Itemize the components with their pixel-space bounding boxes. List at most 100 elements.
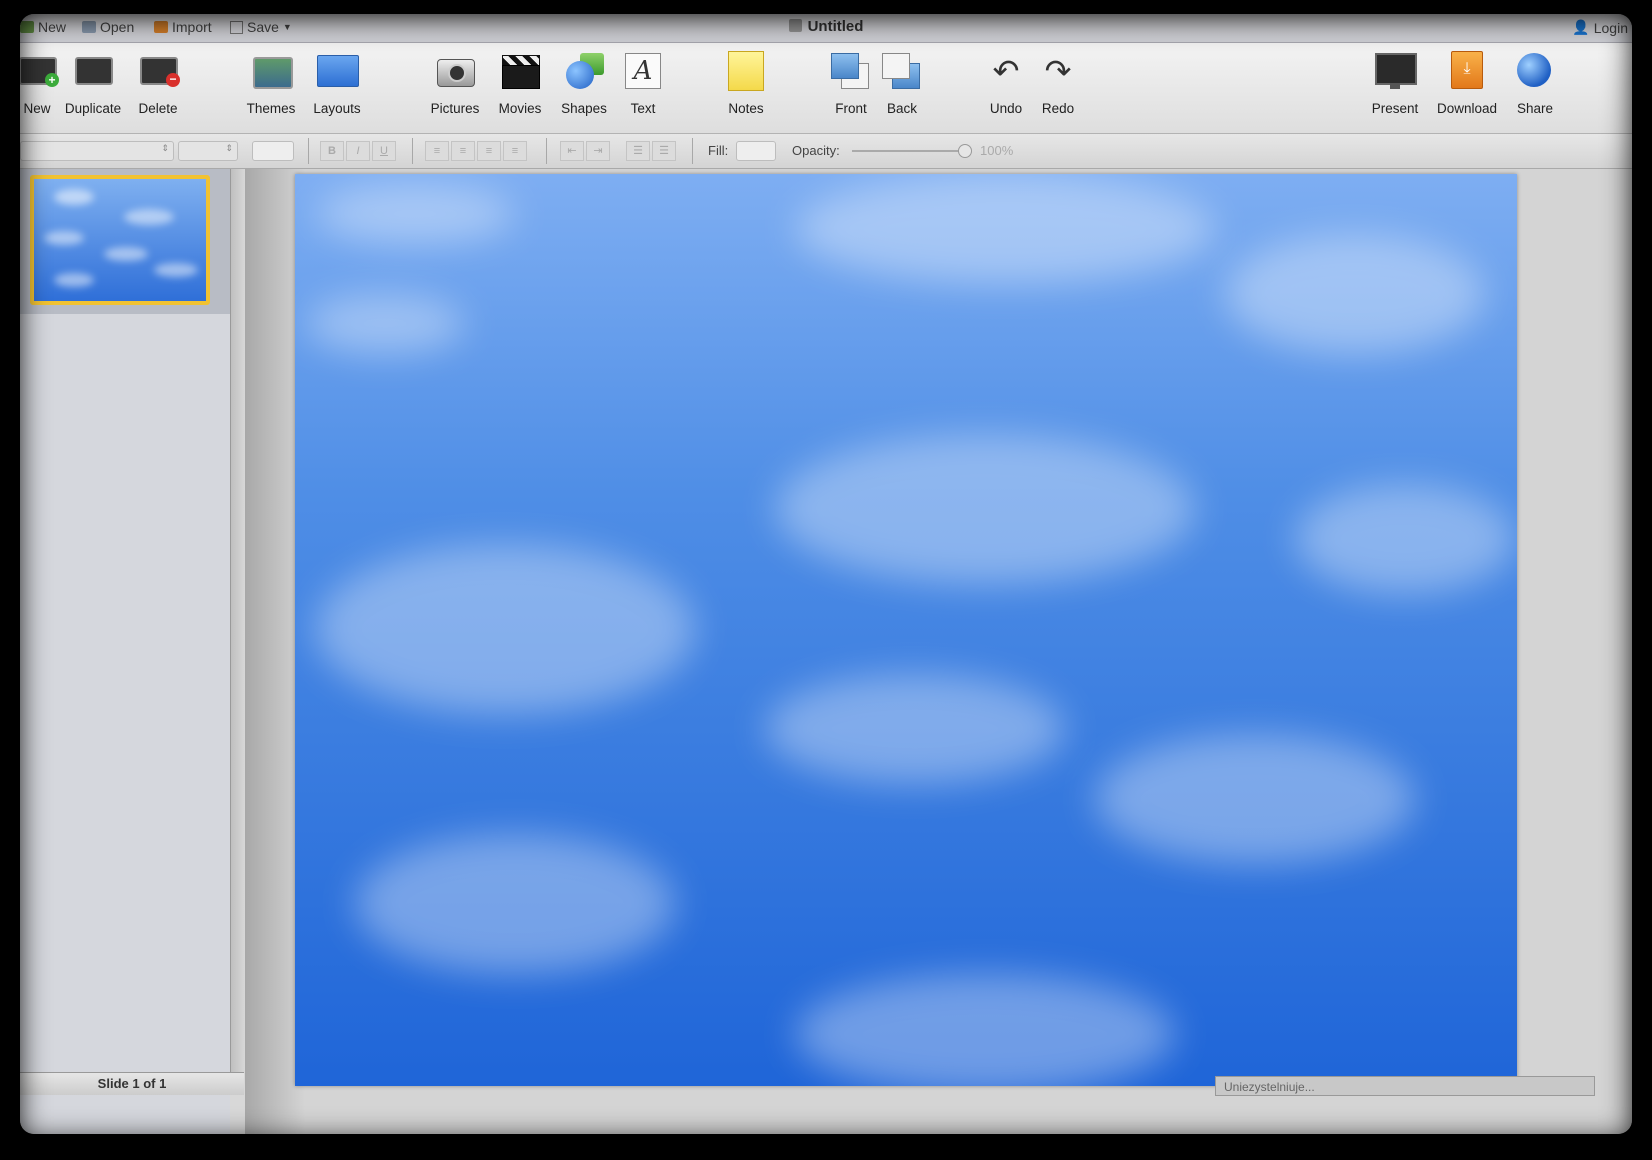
login-button[interactable]: 👤 Login <box>1572 19 1628 36</box>
numbered-list-button[interactable]: ☰ <box>652 141 676 161</box>
present-button[interactable]: Present <box>1358 49 1432 116</box>
movies-button[interactable]: Movies <box>483 49 557 116</box>
themes-button[interactable]: Themes <box>234 49 308 116</box>
italic-button[interactable]: I <box>346 141 370 161</box>
delete-button[interactable]: − Delete <box>121 49 195 116</box>
cloud-shape <box>355 834 675 974</box>
slide-thumbnail-row <box>20 169 230 314</box>
slide-list-panel <box>20 169 230 1134</box>
send-to-back-button[interactable]: Back <box>865 49 939 116</box>
themes-icon <box>249 49 293 93</box>
text-label: Text <box>630 101 656 116</box>
cloud-shape <box>1295 484 1515 594</box>
duplicate-icon <box>71 49 115 93</box>
cloud-shape <box>44 231 84 245</box>
italic-icon: I <box>356 145 360 157</box>
updown-icon: ⇕ <box>225 143 233 153</box>
opacity-slider-track[interactable] <box>852 150 970 152</box>
indent-increase-button[interactable]: ⇥ <box>586 141 610 161</box>
download-label: Download <box>1436 101 1498 116</box>
send-back-icon <box>880 49 924 93</box>
underline-button[interactable]: U <box>372 141 396 161</box>
status-tooltip: Uniezystelniuje... <box>1215 1076 1595 1096</box>
redo-icon: ↷ <box>1044 53 1072 89</box>
opacity-value: 100% <box>980 143 1014 158</box>
document-icon <box>788 19 802 32</box>
undo-label: Undo <box>989 101 1023 116</box>
slide-counter: Slide 1 of 1 <box>20 1072 244 1095</box>
pictures-button[interactable]: Pictures <box>418 49 492 116</box>
indent-icon: ⇥ <box>593 145 603 157</box>
updown-icon: ⇕ <box>161 143 169 153</box>
cloud-shape <box>154 263 198 277</box>
user-icon: 👤 <box>1572 19 1590 35</box>
back-label: Back <box>886 101 917 116</box>
front-label: Front <box>835 101 867 116</box>
bullet-list-button[interactable]: ☰ <box>626 141 650 161</box>
camera-icon <box>433 49 477 93</box>
align-left-button[interactable]: ≡ <box>425 141 449 161</box>
cloud-shape <box>124 209 174 225</box>
justify-icon: ≡ <box>511 145 519 157</box>
align-center-button[interactable]: ≡ <box>451 141 475 161</box>
monitor-icon <box>1373 49 1417 93</box>
download-icon: ⤓ <box>1445 49 1489 93</box>
share-button[interactable]: Share <box>1498 49 1572 116</box>
bullet-list-icon: ☰ <box>633 145 643 157</box>
opacity-label: Opacity: <box>792 143 840 158</box>
download-button[interactable]: ⤓ Download <box>1430 49 1504 116</box>
separator <box>412 138 413 164</box>
app-window: New Open Import Save ▼ Untitled 👤 Login … <box>20 14 1632 1134</box>
slide-canvas[interactable] <box>295 174 1517 1086</box>
main-toolbar: + New Duplicate − Delete Themes Layouts … <box>20 43 1632 134</box>
menubar: New Open Import Save ▼ Untitled 👤 Login <box>20 14 1632 43</box>
opacity-slider-handle[interactable] <box>958 144 972 158</box>
layouts-button[interactable]: Layouts <box>300 49 374 116</box>
pictures-label: Pictures <box>430 101 480 116</box>
redo-label: Redo <box>1041 101 1075 116</box>
document-title: Untitled <box>20 18 1632 35</box>
font-family-select[interactable]: ⇕ <box>20 141 174 161</box>
layouts-label: Layouts <box>313 101 361 116</box>
cloud-shape <box>795 974 1175 1086</box>
separator <box>692 138 693 164</box>
sidebar-scrollbar[interactable] <box>230 169 245 1094</box>
separator <box>308 138 309 164</box>
cloud-shape <box>775 434 1195 584</box>
document-title-label: Untitled <box>807 18 864 35</box>
duplicate-label: Duplicate <box>64 101 122 116</box>
bold-button[interactable]: B <box>320 141 344 161</box>
text-box-icon: A <box>621 49 665 93</box>
new-slide-icon: + <box>20 49 59 93</box>
movies-label: Movies <box>498 101 542 116</box>
slide-thumbnail-1[interactable] <box>30 175 210 305</box>
align-right-icon: ≡ <box>485 145 493 157</box>
duplicate-button[interactable]: Duplicate <box>56 49 130 116</box>
numbered-list-icon: ☰ <box>659 145 669 157</box>
text-button[interactable]: A Text <box>606 49 680 116</box>
shapes-label: Shapes <box>561 101 607 116</box>
align-left-icon: ≡ <box>433 145 441 157</box>
font-size-select[interactable]: ⇕ <box>178 141 238 161</box>
align-right-button[interactable]: ≡ <box>477 141 501 161</box>
outdent-icon: ⇤ <box>567 145 577 157</box>
fill-color-picker[interactable] <box>736 141 776 161</box>
shapes-icon <box>562 49 606 93</box>
cloud-shape <box>305 294 465 354</box>
fill-label: Fill: <box>708 143 729 158</box>
cloud-shape <box>1095 734 1415 864</box>
layouts-icon <box>315 49 359 93</box>
cloud-shape <box>104 247 148 261</box>
login-label: Login <box>1593 19 1628 36</box>
bold-icon: B <box>328 145 336 157</box>
cloud-shape <box>795 174 1215 284</box>
globe-icon <box>1513 49 1557 93</box>
notes-button[interactable]: Notes <box>709 49 783 116</box>
sticky-note-icon <box>724 49 768 93</box>
delete-icon: − <box>136 49 180 93</box>
redo-button[interactable]: ↷ Redo <box>1021 49 1095 116</box>
text-color-picker[interactable] <box>252 141 294 161</box>
indent-decrease-button[interactable]: ⇤ <box>560 141 584 161</box>
notes-label: Notes <box>728 101 764 116</box>
justify-button[interactable]: ≡ <box>503 141 527 161</box>
